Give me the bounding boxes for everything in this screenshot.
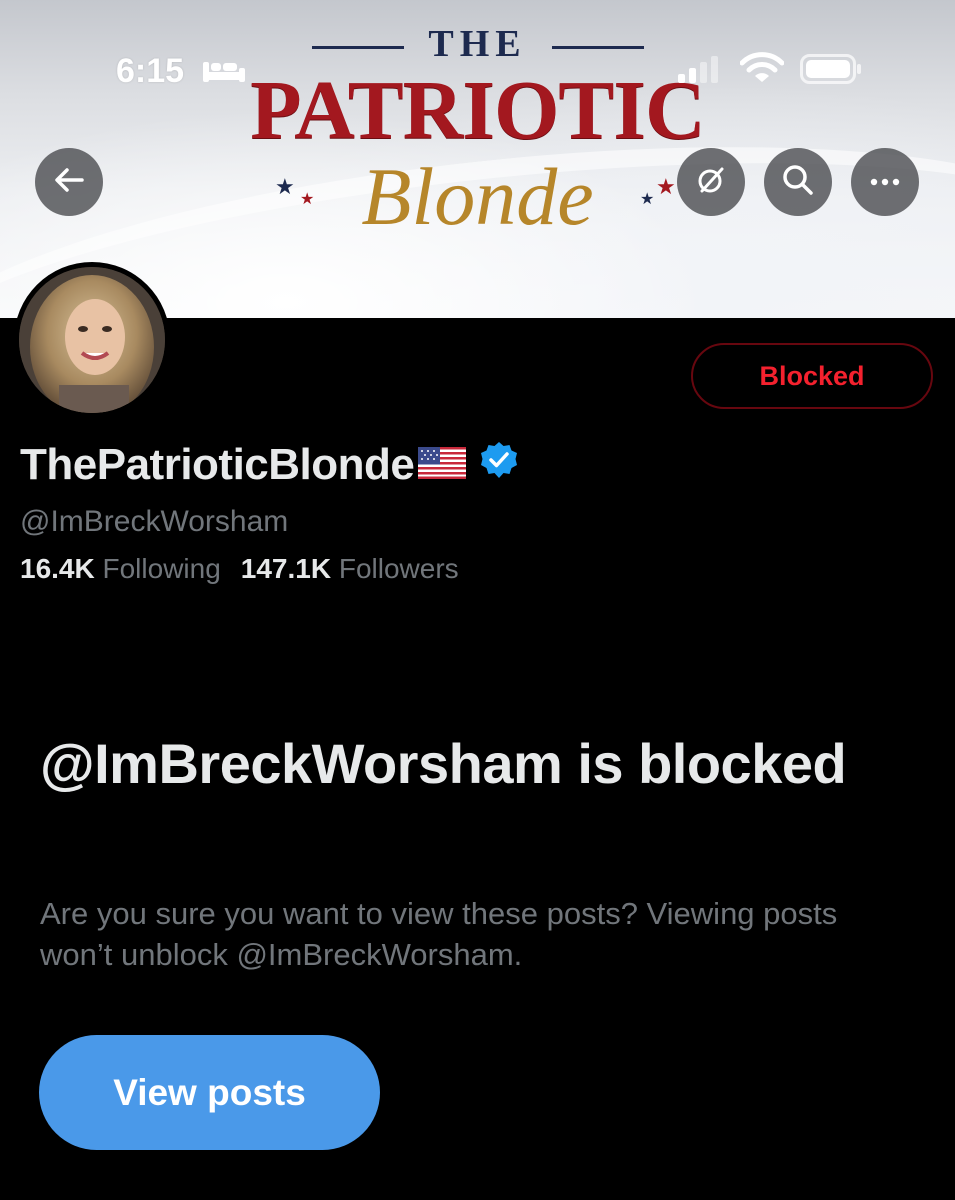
star-icon: ★ xyxy=(640,191,655,208)
followers-label: Followers xyxy=(338,553,459,584)
search-button[interactable] xyxy=(764,148,832,216)
profile-handle: @ImBreckWorsham xyxy=(20,505,289,538)
us-flag-icon xyxy=(418,440,467,490)
more-options-button[interactable] xyxy=(851,148,919,216)
followers-link[interactable]: 147.1K Followers xyxy=(241,553,459,584)
battery-icon xyxy=(800,54,862,89)
verified-badge-icon xyxy=(480,440,518,490)
profile-stats: 16.4K Following 147.1K Followers xyxy=(20,553,459,585)
avatar-photo xyxy=(19,267,165,413)
bed-icon xyxy=(202,58,246,89)
following-link[interactable]: 16.4K Following xyxy=(20,553,221,584)
avatar[interactable] xyxy=(14,262,170,418)
following-count: 16.4K xyxy=(20,553,95,584)
star-icon: ★ xyxy=(656,174,676,199)
profile-display-name: ThePatrioticBlonde xyxy=(20,440,518,490)
search-icon xyxy=(782,164,814,201)
star-icon: ★ xyxy=(275,174,295,199)
more-horizontal-icon xyxy=(870,173,900,191)
star-icon: ★ xyxy=(300,191,315,208)
status-time: 6:15 xyxy=(116,52,185,90)
grok-button[interactable] xyxy=(677,148,745,216)
blocked-notice-title: @ImBreckWorsham is blocked xyxy=(40,732,847,795)
cellular-signal-icon xyxy=(676,56,726,89)
blocked-notice-description: Are you sure you want to view these post… xyxy=(40,896,838,972)
back-button[interactable] xyxy=(35,148,103,216)
following-label: Following xyxy=(102,553,221,584)
display-name-text: ThePatrioticBlonde xyxy=(20,440,415,489)
arrow-left-icon xyxy=(54,167,84,198)
view-posts-button[interactable]: View posts xyxy=(39,1035,380,1150)
grok-slash-icon xyxy=(695,164,727,201)
blocked-button[interactable]: Blocked xyxy=(691,343,933,409)
followers-count: 147.1K xyxy=(240,553,332,584)
wifi-icon xyxy=(739,52,785,89)
